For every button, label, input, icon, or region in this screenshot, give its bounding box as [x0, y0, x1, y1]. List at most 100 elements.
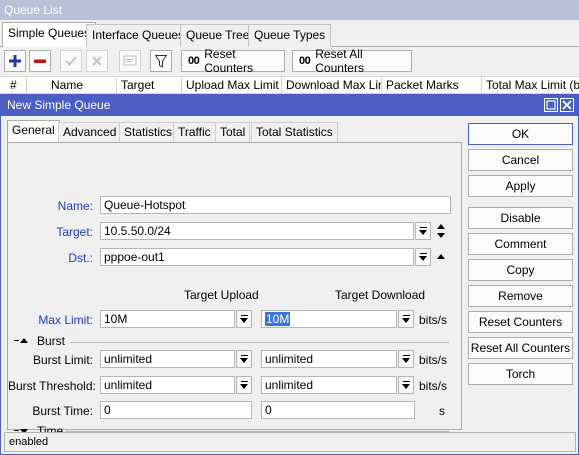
counter-icon: 00: [299, 55, 311, 67]
dropdown-arrow-icon: [418, 227, 428, 235]
queue-table-header: # Name Target Upload Max Limit Download …: [0, 76, 579, 94]
comment-icon: [123, 55, 137, 66]
general-tab-panel: Name: Queue-Hotspot Target: 10.5.50.0/24…: [7, 142, 462, 438]
collapse-arrow-icon: [14, 336, 32, 346]
up-arrow-icon[interactable]: [437, 254, 445, 259]
burst-limit-upload-dropdown[interactable]: [236, 350, 252, 368]
tab-general[interactable]: General: [7, 120, 60, 143]
queue-list-toolbar: 00 Reset Counters 00 Reset All Counters: [0, 47, 579, 75]
check-icon: [65, 56, 77, 66]
reset-all-counters-button[interactable]: Reset All Counters: [468, 337, 573, 359]
burst-threshold-download-input[interactable]: unlimited: [261, 376, 397, 394]
max-limit-unit: bits/s: [419, 313, 448, 327]
burst-time-download-input[interactable]: 0: [261, 401, 415, 419]
max-limit-upload-input[interactable]: 10M: [100, 310, 235, 328]
reset-counters-button[interactable]: 00 Reset Counters: [181, 47, 285, 75]
dropdown-arrow-icon: [401, 315, 411, 323]
tab-queue-tree[interactable]: Queue Tree: [180, 24, 256, 47]
tab-interface-queues[interactable]: Interface Queues: [86, 24, 191, 47]
cross-icon: [92, 56, 102, 66]
burst-threshold-upload-dropdown[interactable]: [236, 376, 252, 394]
target-input[interactable]: 10.5.50.0/24: [100, 222, 414, 240]
dropdown-arrow-icon: [418, 253, 428, 261]
burst-limit-upload-input[interactable]: unlimited: [100, 350, 235, 368]
tab-queue-types[interactable]: Queue Types: [248, 24, 332, 47]
comment-button[interactable]: [119, 50, 141, 72]
target-upload-heading: Target Upload: [184, 288, 259, 302]
max-limit-upload-dropdown[interactable]: [236, 310, 252, 328]
target-add-remove-arrows[interactable]: [436, 222, 448, 240]
cancel-button[interactable]: Cancel: [468, 149, 573, 171]
up-arrow-icon[interactable]: [437, 224, 445, 229]
filter-icon: [155, 54, 167, 68]
minus-icon: [34, 59, 46, 63]
dst-remove-arrow[interactable]: [436, 248, 448, 266]
column-header-target[interactable]: Target: [117, 77, 182, 94]
column-header-index[interactable]: #: [0, 77, 27, 94]
ok-button[interactable]: OK: [468, 123, 573, 145]
max-limit-label: Max Limit:: [38, 313, 93, 327]
remove-button[interactable]: Remove: [468, 285, 573, 307]
max-limit-download-selected-text: 10M: [265, 312, 291, 326]
queue-list-title: Queue List: [0, 0, 579, 20]
dialog-title-bar[interactable]: New Simple Queue: [1, 95, 578, 116]
dropdown-arrow-icon: [239, 381, 249, 389]
dropdown-arrow-icon: [401, 355, 411, 363]
burst-section-toggle[interactable]: Burst: [14, 334, 65, 348]
column-header-packet-marks[interactable]: Packet Marks: [382, 77, 482, 94]
queue-list-tabs: Simple Queues Interface Queues Queue Tre…: [0, 21, 579, 48]
tab-statistics[interactable]: Statistics: [119, 122, 178, 142]
burst-time-upload-input[interactable]: 0: [100, 401, 252, 419]
maximize-button[interactable]: [544, 98, 558, 112]
dst-dropdown[interactable]: [415, 248, 431, 266]
remove-button[interactable]: [29, 50, 51, 72]
filter-button[interactable]: [150, 50, 172, 72]
dialog-title: New Simple Queue: [7, 98, 111, 112]
tab-simple-queues[interactable]: Simple Queues: [2, 22, 97, 48]
torch-button[interactable]: Torch: [468, 363, 573, 385]
reset-counters-label: Reset Counters: [204, 47, 253, 75]
dst-input[interactable]: pppoe-out1: [100, 248, 414, 266]
reset-all-counters-button[interactable]: 00 Reset All Counters: [292, 47, 412, 75]
tab-traffic[interactable]: Traffic: [173, 122, 216, 142]
down-arrow-icon[interactable]: [437, 233, 445, 238]
burst-time-unit: s: [439, 404, 445, 418]
column-header-upload-max-limit[interactable]: Upload Max Limit: [182, 77, 282, 94]
copy-button[interactable]: Copy: [468, 259, 573, 281]
tab-total-statistics[interactable]: Total Statistics: [251, 122, 338, 142]
burst-threshold-upload-input[interactable]: unlimited: [100, 376, 235, 394]
status-bar: enabled: [4, 432, 576, 452]
comment-button[interactable]: Comment: [468, 233, 573, 255]
disable-button[interactable]: Disable: [468, 207, 573, 229]
tab-advanced[interactable]: Advanced: [58, 122, 122, 142]
disable-button[interactable]: [86, 50, 108, 72]
tab-total[interactable]: Total: [215, 122, 251, 142]
burst-threshold-download-dropdown[interactable]: [398, 376, 414, 394]
dropdown-arrow-icon: [239, 355, 249, 363]
apply-button[interactable]: Apply: [468, 175, 573, 197]
burst-threshold-label: Burst Threshold:: [8, 379, 96, 393]
name-label: Name:: [57, 199, 93, 213]
add-button[interactable]: [4, 50, 26, 72]
max-limit-download-dropdown[interactable]: [398, 310, 414, 328]
column-header-download-max-limit[interactable]: Download Max Limit: [282, 77, 382, 94]
dropdown-arrow-icon: [239, 315, 249, 323]
name-input[interactable]: Queue-Hotspot: [100, 196, 451, 214]
column-header-name[interactable]: Name: [47, 77, 117, 94]
enable-button[interactable]: [60, 50, 82, 72]
burst-limit-download-input[interactable]: unlimited: [261, 350, 397, 368]
reset-counters-button[interactable]: Reset Counters: [468, 311, 573, 333]
column-header-total-max-limit[interactable]: Total Max Limit (bi...: [482, 77, 579, 94]
target-dropdown[interactable]: [415, 222, 431, 240]
dialog-tabs: General Advanced Statistics Traffic Tota…: [7, 120, 462, 143]
reset-all-counters-label: Reset All Counters: [315, 47, 364, 75]
max-limit-download-input[interactable]: 10M: [261, 310, 397, 328]
plus-icon: [9, 55, 21, 67]
close-button[interactable]: [560, 98, 574, 112]
target-download-heading: Target Download: [335, 288, 426, 302]
burst-limit-download-dropdown[interactable]: [398, 350, 414, 368]
burst-section-label: Burst: [37, 334, 66, 348]
dst-label: Dst.:: [68, 251, 93, 265]
target-label: Target:: [56, 225, 93, 239]
burst-limit-unit: bits/s: [419, 353, 448, 367]
